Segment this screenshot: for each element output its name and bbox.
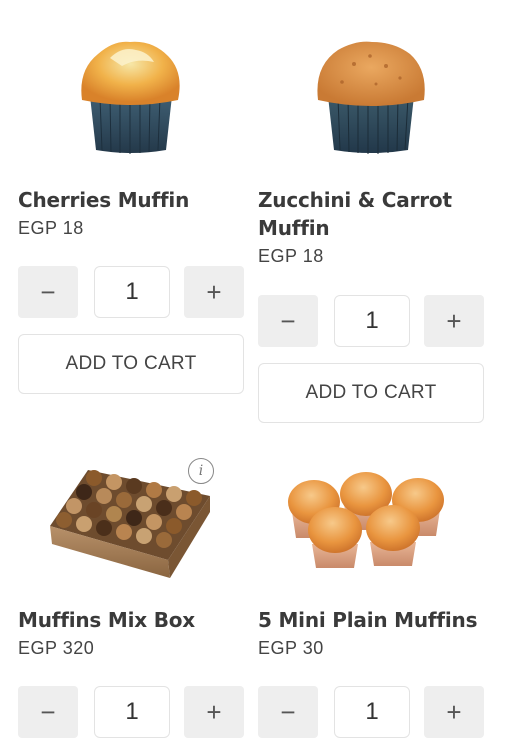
product-image[interactable] bbox=[258, 0, 484, 170]
info-icon[interactable]: i bbox=[188, 458, 214, 484]
product-price: EGP 18 bbox=[18, 218, 84, 238]
plus-icon: + bbox=[206, 276, 222, 307]
decrease-quantity-button[interactable]: − bbox=[258, 686, 318, 738]
quantity-stepper: − 1 + bbox=[18, 686, 244, 738]
increase-quantity-button[interactable]: + bbox=[424, 686, 484, 738]
product-title[interactable]: Cherries Muffin bbox=[18, 186, 244, 214]
info-glyph: i bbox=[198, 463, 204, 479]
product-title[interactable]: Zucchini & Carrot Muffin bbox=[258, 186, 484, 242]
add-to-cart-button[interactable]: ADD TO CART bbox=[18, 334, 244, 394]
quantity-field[interactable]: 1 bbox=[94, 266, 170, 318]
increase-quantity-button[interactable]: + bbox=[184, 266, 244, 318]
increase-quantity-button[interactable]: + bbox=[184, 686, 244, 738]
minus-icon: − bbox=[280, 696, 296, 727]
plus-icon: + bbox=[446, 305, 462, 336]
product-price: EGP 30 bbox=[258, 638, 324, 658]
product-title[interactable]: 5 Mini Plain Muffins bbox=[258, 606, 484, 634]
decrease-quantity-button[interactable]: − bbox=[18, 266, 78, 318]
quantity-stepper: − 1 + bbox=[258, 295, 484, 347]
decrease-quantity-button[interactable]: − bbox=[18, 686, 78, 738]
product-price: EGP 320 bbox=[18, 638, 95, 658]
quantity-stepper: − 1 + bbox=[258, 686, 484, 738]
quantity-stepper: − 1 + bbox=[18, 266, 244, 318]
product-price: EGP 18 bbox=[258, 246, 324, 266]
product-title[interactable]: Muffins Mix Box bbox=[18, 606, 244, 634]
quantity-field[interactable]: 1 bbox=[334, 295, 410, 347]
add-to-cart-button[interactable]: ADD TO CART bbox=[258, 363, 484, 423]
quantity-field[interactable]: 1 bbox=[94, 686, 170, 738]
decrease-quantity-button[interactable]: − bbox=[258, 295, 318, 347]
plus-icon: + bbox=[206, 696, 222, 727]
minus-icon: − bbox=[40, 696, 56, 727]
minus-icon: − bbox=[40, 276, 56, 307]
minus-icon: − bbox=[280, 305, 296, 336]
quantity-field[interactable]: 1 bbox=[334, 686, 410, 738]
product-image[interactable] bbox=[18, 0, 244, 170]
increase-quantity-button[interactable]: + bbox=[424, 295, 484, 347]
product-image[interactable] bbox=[258, 440, 484, 610]
plus-icon: + bbox=[446, 696, 462, 727]
